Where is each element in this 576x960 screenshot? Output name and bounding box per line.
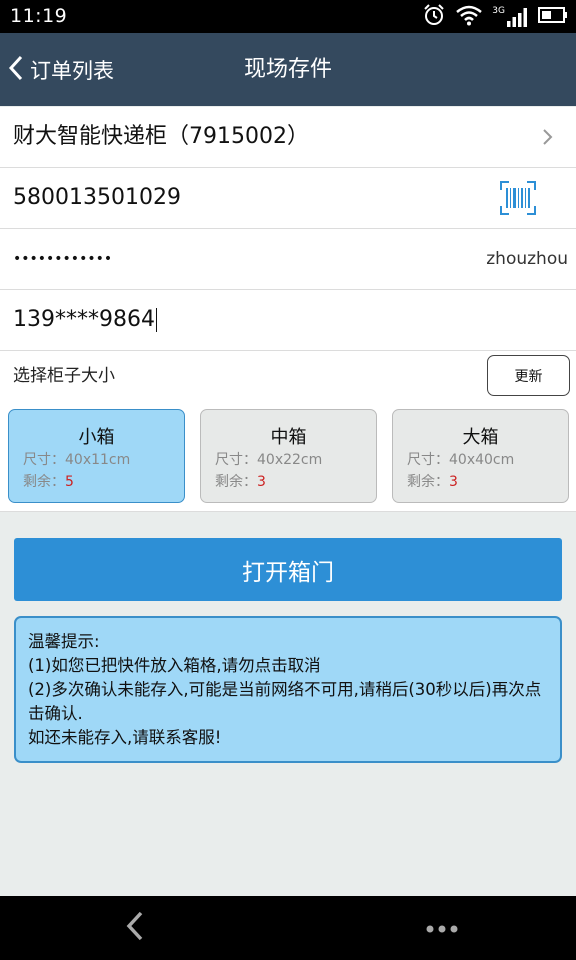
box-remaining-info: 剩余：3: [215, 471, 376, 493]
status-time: 11:19: [10, 5, 68, 27]
system-nav-bar: [0, 896, 576, 960]
nav-back-icon: [125, 910, 145, 946]
tip-title: 温馨提示:: [28, 632, 100, 651]
size-value: 40x40cm: [449, 452, 515, 468]
tip-line: (2)多次确认未能存入,可能是当前网络不可用,请稍后(30秒以后)再次点击确认.: [28, 680, 542, 723]
password-value: ••••••••••••: [13, 251, 113, 267]
cabinet-selector[interactable]: 财大智能快递柜（7915002）: [0, 107, 576, 168]
size-value: 40x22cm: [257, 452, 323, 468]
size-label: 尺寸：: [215, 452, 257, 468]
tip-line: 如还未能存入,请联系客服!: [28, 728, 222, 747]
box-size-options: 小箱 尺寸：40x11cm 剩余：5 中箱 尺寸：40x22cm 剩余：3 大箱…: [0, 401, 576, 512]
barcode-scan-icon[interactable]: [500, 181, 536, 215]
back-button[interactable]: 订单列表: [8, 33, 114, 106]
nav-menu-button[interactable]: [402, 896, 482, 960]
remaining-label: 剩余：: [407, 474, 449, 490]
remaining-count: 3: [257, 474, 266, 490]
box-option-small[interactable]: 小箱 尺寸：40x11cm 剩余：5: [8, 409, 185, 503]
chevron-right-icon: [538, 127, 558, 147]
remaining-label: 剩余：: [23, 474, 65, 490]
size-value: 40x11cm: [65, 452, 131, 468]
tracking-number-value: 580013501029: [13, 185, 181, 210]
status-icons: 3G: [422, 4, 568, 30]
phone-text-wrap: 139****9864: [13, 290, 157, 350]
box-remaining-info: 剩余：3: [407, 471, 568, 493]
box-name: 大箱: [462, 427, 499, 448]
signal-icon: 3G: [492, 6, 528, 28]
box-option-large[interactable]: 大箱 尺寸：40x40cm 剩余：3: [392, 409, 569, 503]
nav-bar: 现场存件 订单列表: [0, 33, 576, 106]
size-label: 尺寸：: [407, 452, 449, 468]
box-size-info: 尺寸：40x40cm: [407, 449, 568, 471]
tracking-number-field[interactable]: 580013501029: [0, 168, 576, 229]
wifi-icon: [456, 4, 483, 30]
size-label: 尺寸：: [23, 452, 65, 468]
size-selector-label: 选择柜子大小: [13, 366, 115, 386]
nav-menu-icon: [425, 919, 459, 938]
tip-line: (1)如您已把快件放入箱格,请勿点击取消: [28, 656, 321, 675]
nav-back-button[interactable]: [95, 896, 175, 960]
size-selector-header: 选择柜子大小 更新: [0, 351, 576, 401]
remaining-label: 剩余：: [215, 474, 257, 490]
box-name: 小箱: [78, 427, 115, 448]
status-bar: 11:19 3G: [0, 0, 576, 33]
box-remaining-info: 剩余：5: [23, 471, 184, 493]
open-door-button[interactable]: 打开箱门: [14, 538, 562, 601]
text-cursor: [155, 308, 157, 332]
network-type-label: 3G: [492, 6, 505, 16]
back-label: 订单列表: [30, 58, 114, 83]
refresh-button[interactable]: 更新: [487, 355, 570, 396]
box-option-medium[interactable]: 中箱 尺寸：40x22cm 剩余：3: [200, 409, 377, 503]
phone-value: 139****9864: [13, 307, 155, 332]
phone-field[interactable]: 139****9864: [0, 290, 576, 351]
back-chevron-icon: [8, 55, 24, 85]
alarm-icon: [422, 3, 446, 31]
box-name: 中箱: [270, 427, 307, 448]
tip-box: 温馨提示: (1)如您已把快件放入箱格,请勿点击取消 (2)多次确认未能存入,可…: [14, 616, 562, 763]
password-field[interactable]: •••••••••••• zhouzhou: [0, 229, 576, 290]
battery-icon: [538, 6, 568, 28]
remaining-count: 3: [449, 474, 458, 490]
box-size-info: 尺寸：40x22cm: [215, 449, 376, 471]
username-label: zhouzhou: [486, 249, 568, 269]
remaining-count: 5: [65, 474, 74, 490]
box-size-info: 尺寸：40x11cm: [23, 449, 184, 471]
cabinet-label: 财大智能快递柜（7915002）: [13, 124, 309, 149]
